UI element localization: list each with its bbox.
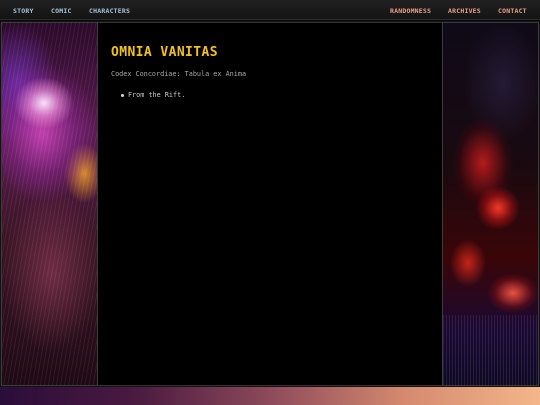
page-subtitle: Codex Concordiae: Tabula ex Anima (111, 70, 247, 78)
nav-link-characters[interactable]: CHARACTERS (89, 7, 130, 15)
nav-link-randomness[interactable]: RANDOMNESS (390, 7, 431, 15)
nav-link-archives[interactable]: ARCHIVES (448, 7, 481, 15)
nav-link-contact[interactable]: CONTACT (498, 7, 527, 15)
list-item: From the Rift. (111, 91, 185, 99)
nav-link-story[interactable]: STORY (13, 7, 34, 15)
top-navbar: STORY COMIC CHARACTERS RANDOMNESS ARCHIV… (0, 0, 540, 20)
bullet-icon (121, 93, 124, 97)
main-content: OMNIA VANITAS Codex Concordiae: Tabula e… (98, 22, 442, 386)
item-list: From the Rift. (111, 91, 185, 99)
right-decorative-art (442, 22, 539, 386)
nav-link-comic[interactable]: COMIC (51, 7, 72, 15)
footer-gradient-bar (0, 387, 540, 405)
page-title: OMNIA VANITAS (111, 45, 218, 60)
left-decorative-art (1, 22, 98, 386)
list-item-text: From the Rift. (128, 91, 186, 99)
